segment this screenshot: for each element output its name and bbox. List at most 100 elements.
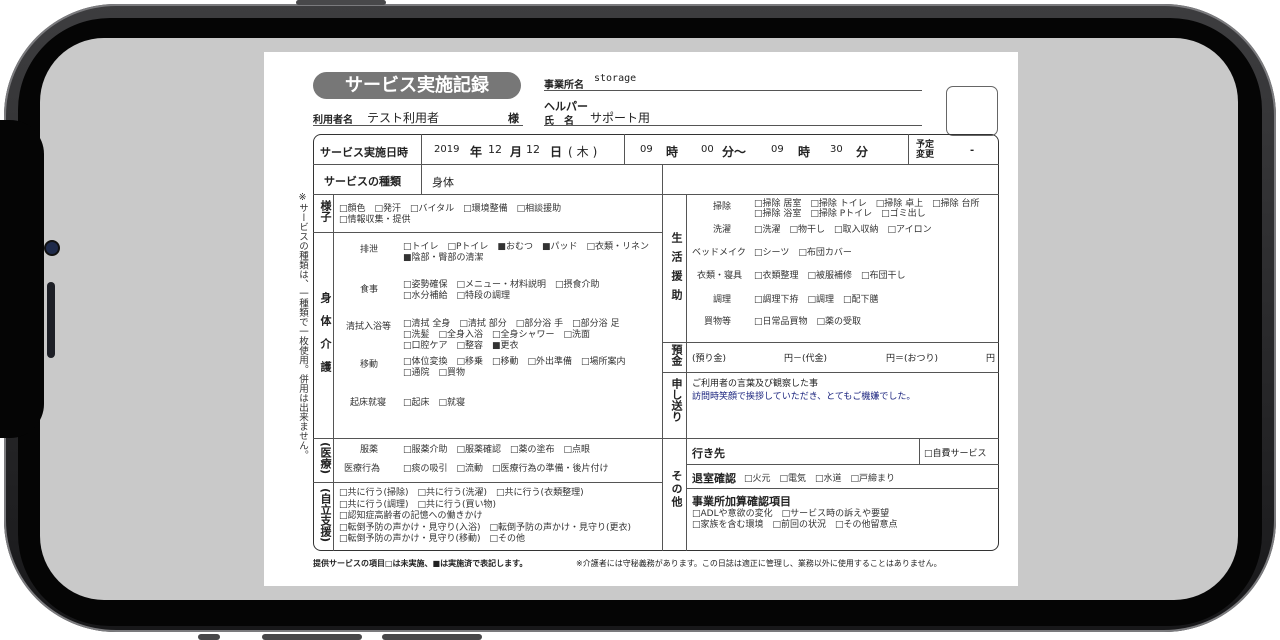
haisetsu-items: □トイレ □Pトイレ ■おむつ ■パッド □衣類・リネン ■陰部・臀部の清潔 [403, 242, 649, 263]
taishitsu-items: □火元 □電気 □水道 □戸締まり [744, 474, 896, 484]
sentaku-items: □洗濯 □物干し □取入収納 □アイロン [754, 225, 932, 235]
haisetsu-label: 排泄 [360, 245, 379, 255]
user-value: テスト利用者 [367, 111, 440, 125]
bed-label: ベッドメイク [692, 248, 746, 258]
schedule-change-label: 予定変更 [916, 140, 935, 160]
col-divider [624, 134, 625, 164]
start-hour-unit: 時 [666, 145, 679, 159]
office-label: 事業所名 [544, 80, 584, 91]
document-title: サービス実施記録 [313, 72, 521, 99]
phone-side-button [296, 0, 386, 5]
col-divider [908, 134, 909, 164]
kaimono-label: 買物等 [704, 317, 732, 327]
col-divider [662, 164, 663, 551]
row-divider [686, 488, 999, 489]
start-min-unit: 分～ [722, 145, 747, 159]
iryokoi-items: □痰の吸引 □流動 □医療行為の準備・後片付け [403, 464, 609, 474]
helper-underline [544, 125, 922, 126]
soji-items: □掃除 居室 □掃除 トイレ □掃除 卓上 □掃除 台所 □掃除 浴室 □掃除 … [754, 199, 980, 219]
taishitsu-label: 退室確認 [692, 472, 736, 485]
ikisaki-label: 行き先 [692, 447, 725, 460]
phone-volume-button [262, 634, 362, 640]
seikatsu-label: 生活援助 [670, 232, 683, 308]
row-divider [313, 232, 662, 233]
iryo-label: (医療) [319, 442, 332, 475]
irui-items: □衣類整理 □被服補修 □布団干し [754, 271, 906, 281]
phone-volume-button [382, 634, 482, 640]
row-divider [313, 438, 662, 439]
azukari-text: (預り金) [692, 354, 727, 364]
month-value: 12 [488, 143, 502, 156]
seishiki-label: 清拭入浴等 [346, 322, 392, 332]
weekday-value: (木) [568, 145, 602, 159]
shintai-label: 身体介護 [319, 292, 332, 384]
kaimono-items: □日常品買物 □薬の受取 [754, 317, 862, 327]
row-divider [662, 372, 999, 373]
row-divider [313, 194, 999, 195]
month-unit: 月 [510, 145, 523, 159]
bed-items: □シーツ □布団カバー [754, 248, 852, 258]
end-min-unit: 分 [856, 145, 869, 159]
ido-label: 移動 [360, 360, 379, 370]
helper-value: サポート用 [590, 111, 651, 125]
office-underline [544, 90, 922, 91]
col-divider [919, 438, 920, 464]
user-underline [313, 125, 523, 126]
azukari-end: 円＝(おつり) [886, 354, 939, 364]
start-min: 00 [701, 144, 714, 155]
end-hour-unit: 時 [798, 145, 811, 159]
col-divider [333, 194, 334, 551]
chori-label: 調理 [713, 295, 732, 305]
ido-items: □体位変換 □移乗 □移動 □外出準備 □場所案内 □通院 □買物 [403, 357, 626, 378]
date-label: サービス実施日時 [320, 146, 408, 159]
end-min: 30 [830, 144, 843, 155]
phone-volume-button [198, 634, 220, 640]
footer-right: ※介護者には守秘義務があります。この日誌は適正に管理し、業務以外に使用することは… [576, 559, 942, 568]
yousu-label: 様子 [319, 200, 332, 222]
moshiokuri-label: 申し送り [670, 378, 683, 422]
service-record-document: サービス実施記録 事業所名 storage 利用者名 テスト利用者 様 ヘルパー… [264, 52, 1018, 586]
camera-icon [46, 242, 58, 254]
yousu-items: □顔色 □発汗 □バイタル □環境整備 □相談援助 □情報収集・提供 [339, 204, 562, 225]
end-hour: 09 [771, 144, 784, 155]
phone-notch [0, 120, 44, 438]
start-hour: 09 [640, 144, 653, 155]
side-note: ※サービスの種類は、一種類で一枚使用。併用は出来ません。 [297, 192, 308, 460]
footer-left: 提供サービスの項目□は未実施、■は実施済で表記します。 [313, 559, 528, 568]
chori-items: □調理下拵 □調理 □配下膳 [754, 295, 879, 305]
row-divider [313, 164, 999, 165]
speaker-grille [47, 282, 55, 358]
kisho-items: □起床 □就寝 [403, 398, 466, 408]
seishiki-items: □清拭 全身 □清拭 部分 □部分浴 手 □部分浴 足 □洗髪 □全身入浴 □全… [403, 319, 620, 351]
col-divider [421, 134, 422, 194]
office-value: storage [594, 73, 637, 84]
kisho-label: 起床就寝 [350, 398, 387, 408]
soji-label: 掃除 [713, 202, 732, 212]
row-divider [686, 464, 999, 465]
sentaku-label: 洗濯 [713, 225, 732, 235]
service-type-label: サービスの種類 [324, 175, 401, 188]
row-divider [662, 438, 999, 439]
row-divider [313, 482, 662, 483]
year-unit: 年 [470, 145, 483, 159]
azukari-mid: 円－(代金) [784, 354, 828, 364]
iryokoi-label: 医療行為 [344, 464, 381, 474]
kasan-items: □ADLや意欲の変化 □サービス時の訴えや要望 □家族を含む環境 □前回の状況 … [692, 509, 898, 530]
day-unit: 日 [550, 145, 563, 159]
jiritsu-label: (自立支援) [319, 488, 332, 543]
fukuyaku-label: 服薬 [360, 445, 379, 455]
azukari-label: 預金 [670, 344, 683, 366]
kasan-label: 事業所加算確認項目 [692, 495, 791, 508]
fukuyaku-items: □服薬介助 □服薬確認 □薬の塗布 □点眼 [403, 445, 591, 455]
user-label: 利用者名 [313, 115, 353, 126]
irui-label: 衣類・寝具 [697, 271, 743, 281]
schedule-change-value: - [970, 145, 975, 156]
moshiokuri-title: ご利用者の言葉及び観察した事 [692, 379, 819, 389]
year-value: 2019 [434, 144, 460, 155]
sonota-label: その他 [670, 470, 683, 509]
user-suffix: 様 [508, 112, 519, 125]
stamp-box [946, 86, 998, 136]
day-value: 12 [526, 143, 540, 156]
shokuji-items: □姿勢確保 □メニュー・材料説明 □摂食介助 □水分補給 □特段の調理 [403, 280, 600, 301]
azukari-yen: 円 [986, 354, 996, 364]
